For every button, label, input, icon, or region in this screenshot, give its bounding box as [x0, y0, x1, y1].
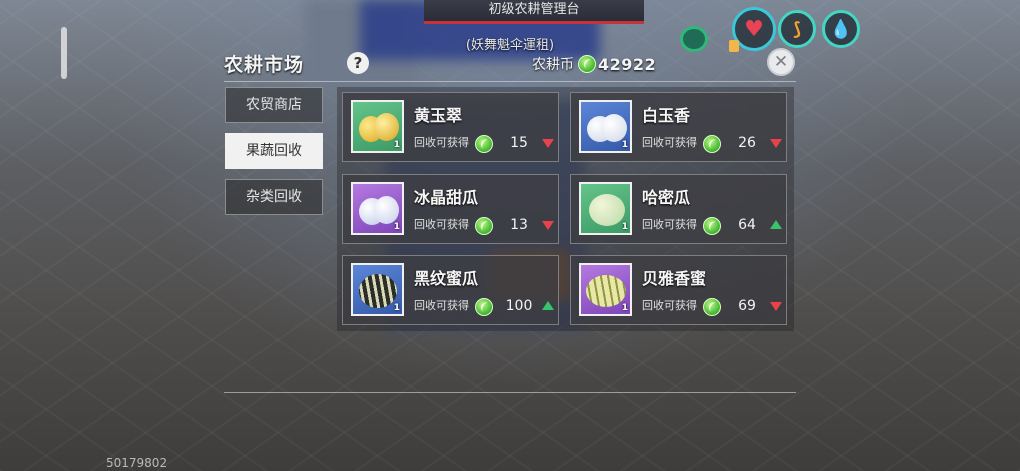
quantity-badge: 1 [621, 140, 628, 150]
divider [224, 81, 796, 82]
item-card[interactable]: 1 哈密瓜 回收可获得 64 [570, 174, 787, 244]
farm-coin-icon [703, 217, 721, 235]
melon-icon [359, 274, 397, 308]
item-name: 哈密瓜 [642, 188, 691, 207]
item-thumbnail: 1 [351, 263, 404, 316]
price-down-icon [542, 221, 554, 230]
item-name: 黑纹蜜瓜 [414, 269, 479, 288]
melon-icon [374, 113, 399, 141]
owner-label: (妖舞魁伞運租) [465, 38, 555, 53]
farm-coin-icon [475, 217, 493, 235]
reward-label: 回收可获得 [642, 299, 697, 312]
item-thumbnail: 1 [579, 263, 632, 316]
currency-display: 农耕币 42922 [532, 54, 656, 74]
quantity-badge: 1 [621, 303, 628, 313]
item-thumbnail: 1 [351, 182, 404, 235]
hunger-button[interactable]: ⟆ [778, 10, 816, 48]
melon-icon [374, 196, 399, 224]
price-down-icon [770, 139, 782, 148]
item-card[interactable]: 1 黑纹蜜瓜 回收可获得 100 [342, 255, 559, 325]
quantity-badge: 1 [393, 303, 400, 313]
melon-icon [586, 275, 626, 307]
farm-coin-icon [703, 298, 721, 316]
heart-icon: ♥ [744, 16, 764, 42]
reward-label: 回收可获得 [414, 218, 469, 231]
food-icon: ⟆ [792, 18, 802, 40]
tab-produce-recycle[interactable]: 果蔬回收 [225, 133, 323, 169]
farm-coin-icon [475, 298, 493, 316]
item-thumbnail: 1 [351, 100, 404, 153]
quantity-badge: 1 [393, 140, 400, 150]
reward-value: 100 [505, 298, 533, 314]
item-card[interactable]: 1 贝雅香蜜 回收可获得 69 [570, 255, 787, 325]
reward-label: 回收可获得 [414, 299, 469, 312]
currency-label: 农耕币 [532, 57, 574, 73]
price-down-icon [770, 302, 782, 311]
price-down-icon [542, 139, 554, 148]
currency-value: 42922 [598, 54, 657, 74]
reward-value: 26 [738, 135, 756, 151]
item-card[interactable]: 1 白玉香 回收可获得 26 [570, 92, 787, 162]
item-thumbnail: 1 [579, 100, 632, 153]
reward-label: 回收可获得 [414, 136, 469, 149]
wifi-icon [680, 26, 708, 52]
reward-value: 13 [510, 217, 528, 233]
item-thumbnail: 1 [579, 182, 632, 235]
help-button[interactable]: ? [347, 52, 369, 74]
reward-label: 回收可获得 [642, 218, 697, 231]
build-id: 50179802 [106, 456, 168, 470]
panel-title: 农耕市场 [224, 54, 305, 76]
item-name: 贝雅香蜜 [642, 269, 707, 288]
reward-label: 回收可获得 [642, 136, 697, 149]
building-title: 初级农耕管理台 [424, 0, 644, 24]
tab-farm-shop[interactable]: 农贸商店 [225, 87, 323, 123]
price-up-icon [770, 220, 782, 229]
side-drawer-handle[interactable] [61, 27, 67, 79]
melon-icon [601, 114, 627, 142]
farm-coin-icon [475, 135, 493, 153]
item-card[interactable]: 1 冰晶甜瓜 回收可获得 13 [342, 174, 559, 244]
tab-misc-recycle[interactable]: 杂类回收 [225, 179, 323, 215]
melon-icon [589, 194, 625, 226]
item-name: 冰晶甜瓜 [414, 188, 479, 207]
close-button[interactable]: ✕ [767, 48, 795, 76]
quantity-badge: 1 [393, 222, 400, 232]
price-up-icon [542, 301, 554, 310]
reward-value: 69 [738, 298, 756, 314]
item-name: 白玉香 [642, 106, 691, 125]
thirst-button[interactable]: 💧 [822, 10, 860, 48]
reward-value: 64 [738, 217, 756, 233]
item-card[interactable]: 1 黄玉翠 回收可获得 15 [342, 92, 559, 162]
quantity-badge: 1 [621, 222, 628, 232]
water-drop-icon: 💧 [829, 18, 853, 40]
farm-coin-icon [703, 135, 721, 153]
item-name: 黄玉翠 [414, 106, 463, 125]
farm-coin-icon [578, 55, 596, 73]
reward-value: 15 [510, 135, 528, 151]
shield-badge-icon [729, 40, 739, 52]
divider [224, 392, 796, 393]
